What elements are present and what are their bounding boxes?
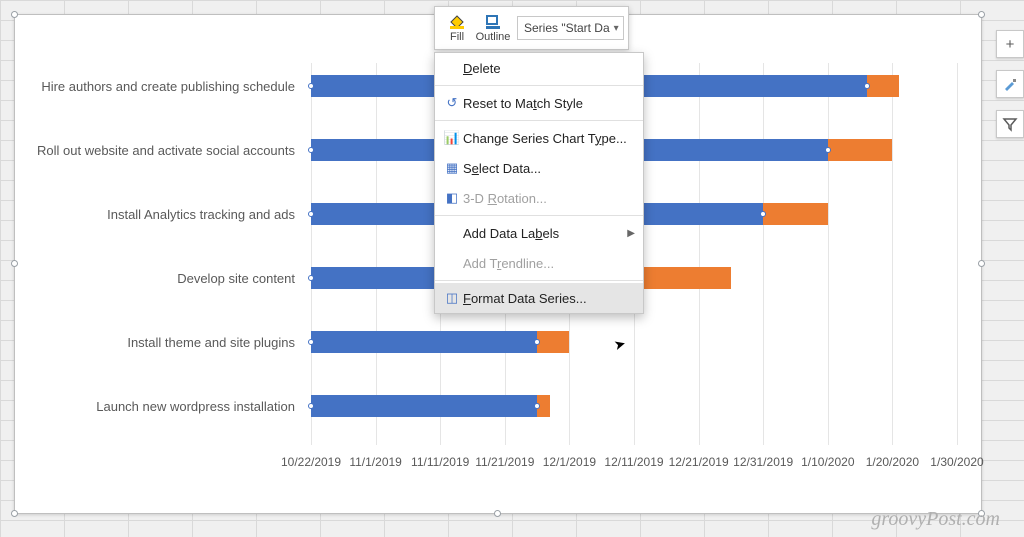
x-tick-label: 12/31/2019 xyxy=(733,455,793,469)
bar-series-duration[interactable] xyxy=(763,203,828,225)
series-selector[interactable]: Series "Start Da ▾ xyxy=(517,16,624,40)
pen-icon xyxy=(484,13,502,29)
menu-item[interactable]: Delete xyxy=(435,53,643,83)
series-handle[interactable] xyxy=(308,339,314,345)
bar-series-duration[interactable] xyxy=(828,139,893,161)
menu-separator xyxy=(435,85,643,86)
menu-item: Add Trendline... xyxy=(435,248,643,278)
outline-label: Outline xyxy=(475,31,511,43)
x-tick-label: 10/22/2019 xyxy=(281,455,341,469)
paint-bucket-icon xyxy=(448,13,466,29)
fill-button[interactable]: Fill xyxy=(439,13,475,43)
x-tick-label: 11/1/2019 xyxy=(349,455,402,469)
reset-icon: ↺ xyxy=(441,95,463,111)
series-handle[interactable] xyxy=(308,275,314,281)
menu-item-label: Add Trendline... xyxy=(463,256,554,271)
menu-item-label: Select Data... xyxy=(463,161,541,176)
menu-item[interactable]: 📊Change Series Chart Type... xyxy=(435,123,643,153)
x-tick-label: 1/20/2020 xyxy=(866,455,919,469)
outline-button[interactable]: Outline xyxy=(475,13,511,43)
x-tick-label: 1/30/2020 xyxy=(930,455,983,469)
menu-item-label: 3-D Rotation... xyxy=(463,191,547,206)
series-handle[interactable] xyxy=(308,211,314,217)
3d-icon: ◧ xyxy=(441,190,463,206)
resize-handle[interactable] xyxy=(978,260,985,267)
series-handle[interactable] xyxy=(825,147,831,153)
fill-label: Fill xyxy=(439,31,475,43)
menu-item[interactable]: ◫Format Data Series... xyxy=(435,283,643,313)
bar-series-duration[interactable] xyxy=(867,75,899,97)
resize-handle[interactable] xyxy=(978,11,985,18)
category-label: Install theme and site plugins xyxy=(31,335,311,350)
series-handle[interactable] xyxy=(308,147,314,153)
bar-series-duration[interactable] xyxy=(537,331,569,353)
resize-handle[interactable] xyxy=(11,260,18,267)
x-tick-label: 1/10/2020 xyxy=(801,455,854,469)
resize-handle[interactable] xyxy=(494,510,501,517)
x-tick-label: 12/21/2019 xyxy=(669,455,729,469)
data-icon: ▦ xyxy=(441,160,463,176)
series-selector-text: Series "Start Da xyxy=(524,21,610,35)
bar-row: Launch new wordpress installation xyxy=(311,383,957,429)
series-handle[interactable] xyxy=(864,83,870,89)
chart-styles-button[interactable] xyxy=(996,70,1024,98)
menu-separator xyxy=(435,280,643,281)
x-axis: 10/22/201911/1/201911/11/201911/21/20191… xyxy=(311,455,955,475)
chart-filters-button[interactable] xyxy=(996,110,1024,138)
category-label: Hire authors and create publishing sched… xyxy=(31,79,311,94)
category-label: Develop site content xyxy=(31,271,311,286)
resize-handle[interactable] xyxy=(11,11,18,18)
menu-item: ◧3-D Rotation... xyxy=(435,183,643,213)
chart-icon: 📊 xyxy=(441,130,463,146)
menu-item-label: Reset to Match Style xyxy=(463,96,583,111)
brush-icon xyxy=(1002,76,1018,92)
series-handle[interactable] xyxy=(308,403,314,409)
x-tick-label: 12/1/2019 xyxy=(543,455,596,469)
gridline xyxy=(957,63,958,445)
menu-item-label: Add Data Labels xyxy=(463,226,559,241)
menu-separator xyxy=(435,120,643,121)
bar-series-start[interactable] xyxy=(311,331,537,353)
mini-toolbar: Fill Outline Series "Start Da ▾ xyxy=(434,6,629,50)
chevron-right-icon: ▶ xyxy=(627,228,635,239)
menu-separator xyxy=(435,215,643,216)
filter-icon xyxy=(1002,116,1018,132)
resize-handle[interactable] xyxy=(11,510,18,517)
menu-item-label: Delete xyxy=(463,61,501,76)
bar-row: Install theme and site plugins xyxy=(311,319,957,365)
plus-icon: + xyxy=(1006,36,1015,53)
x-tick-label: 12/11/2019 xyxy=(604,455,663,469)
series-handle[interactable] xyxy=(308,83,314,89)
menu-item-label: Format Data Series... xyxy=(463,291,587,306)
menu-item[interactable]: Add Data Labels ▶ xyxy=(435,218,643,248)
x-tick-label: 11/21/2019 xyxy=(475,455,534,469)
menu-item[interactable]: ↺Reset to Match Style xyxy=(435,88,643,118)
x-tick-label: 11/11/2019 xyxy=(411,455,469,469)
category-label: Launch new wordpress installation xyxy=(31,399,311,414)
menu-item[interactable]: ▦Select Data... xyxy=(435,153,643,183)
bar-series-duration[interactable] xyxy=(634,267,731,289)
chevron-down-icon: ▾ xyxy=(614,23,619,34)
category-label: Roll out website and activate social acc… xyxy=(31,143,311,158)
bar-series-start[interactable] xyxy=(311,395,537,417)
context-menu: Delete ↺Reset to Match Style 📊Change Serie… xyxy=(434,52,644,314)
format-icon: ◫ xyxy=(441,290,463,306)
watermark: groovyPost.com xyxy=(871,508,1000,531)
category-label: Install Analytics tracking and ads xyxy=(31,207,311,222)
menu-item-label: Change Series Chart Type... xyxy=(463,131,627,146)
chart-elements-button[interactable]: + xyxy=(996,30,1024,58)
